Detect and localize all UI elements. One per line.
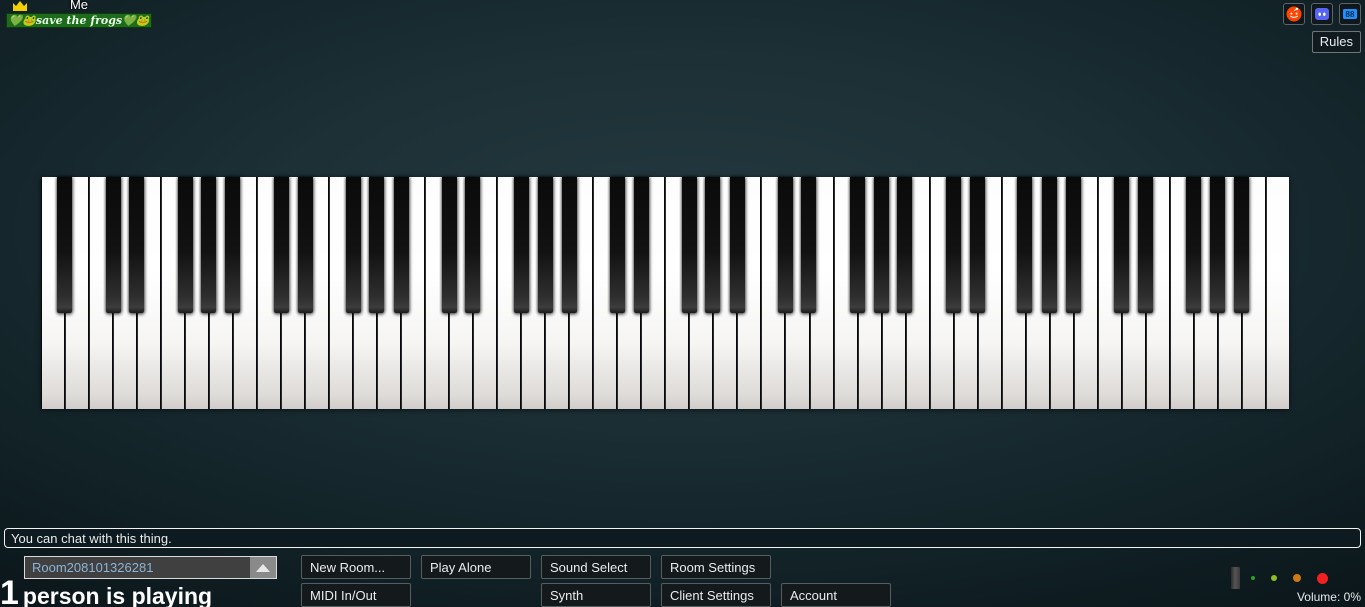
account-button[interactable]: Account	[781, 583, 891, 607]
piano-black-key[interactable]	[849, 177, 865, 313]
volume-slider-handle[interactable]	[1231, 567, 1240, 589]
piano-black-key[interactable]	[465, 177, 481, 313]
crown-icon	[12, 0, 28, 11]
piano-black-key[interactable]	[273, 177, 289, 313]
piano-black-key[interactable]	[1041, 177, 1057, 313]
control-button-panel: New Room... Play Alone Sound Select Room Se…	[301, 555, 941, 607]
piano-black-key[interactable]	[777, 177, 793, 313]
volume-dot-4[interactable]	[1317, 572, 1328, 584]
piano-black-key[interactable]	[561, 177, 577, 313]
reddit-icon[interactable]	[1283, 3, 1305, 25]
synth-button[interactable]: Synth	[541, 583, 651, 607]
chevron-up-icon[interactable]	[250, 557, 276, 578]
piano-black-key[interactable]	[201, 177, 217, 313]
piano-black-key[interactable]	[1113, 177, 1129, 313]
midi-in-out-button[interactable]: MIDI In/Out	[301, 583, 411, 607]
piano-black-key[interactable]	[369, 177, 385, 313]
sound-select-button[interactable]: Sound Select	[541, 555, 651, 579]
volume-dot-2[interactable]	[1271, 575, 1277, 581]
piano-black-key[interactable]	[513, 177, 529, 313]
nameplate-bar[interactable]: 💚🐸save the frogs💚🐸	[6, 13, 152, 28]
piano-black-key[interactable]	[801, 177, 817, 313]
bb-icon[interactable]: 88	[1339, 3, 1361, 25]
player-count-text: person is playing	[22, 583, 213, 607]
piano-black-key[interactable]	[609, 177, 625, 313]
room-selector-label: Room208101326281	[25, 557, 250, 578]
volume-label: Volume: 0%	[1296, 590, 1361, 604]
player-count: 1 person is playing	[0, 576, 212, 607]
piano-black-key[interactable]	[129, 177, 145, 313]
player-count-number: 1	[0, 574, 19, 607]
piano-black-key[interactable]	[345, 177, 361, 313]
player-nameplate[interactable]: Me 💚🐸save the frogs💚🐸	[6, 0, 152, 28]
piano-black-key[interactable]	[393, 177, 409, 313]
discord-icon[interactable]	[1311, 3, 1333, 25]
room-settings-button[interactable]: Room Settings	[661, 555, 771, 579]
nameplate-display-name: 💚🐸save the frogs💚🐸	[8, 14, 150, 27]
piano-black-key[interactable]	[1017, 177, 1033, 313]
piano-black-key[interactable]	[1209, 177, 1225, 313]
piano-black-key[interactable]	[729, 177, 745, 313]
piano-black-key[interactable]	[537, 177, 553, 313]
piano-black-key[interactable]	[105, 177, 121, 313]
piano-black-key[interactable]	[1065, 177, 1081, 313]
volume-dot-1[interactable]	[1251, 576, 1255, 580]
rules-button[interactable]: Rules	[1311, 31, 1361, 53]
play-alone-button[interactable]: Play Alone	[421, 555, 531, 579]
piano-white-key[interactable]	[1265, 177, 1289, 409]
piano-black-key[interactable]	[1137, 177, 1153, 313]
piano-black-key[interactable]	[873, 177, 889, 313]
client-settings-button[interactable]: Client Settings	[661, 583, 771, 607]
volume-control: Volume: 0%	[1223, 565, 1361, 603]
piano-black-key[interactable]	[57, 177, 73, 313]
social-icon-bar: 88	[1283, 3, 1361, 25]
volume-dot-3[interactable]	[1293, 574, 1301, 582]
piano-black-key[interactable]	[225, 177, 241, 313]
piano-black-key[interactable]	[441, 177, 457, 313]
piano-black-key[interactable]	[945, 177, 961, 313]
chat-input[interactable]	[4, 528, 1361, 548]
piano-black-key[interactable]	[681, 177, 697, 313]
svg-text:88: 88	[1346, 10, 1355, 19]
piano-black-key[interactable]	[705, 177, 721, 313]
piano-black-key[interactable]	[897, 177, 913, 313]
piano-keyboard[interactable]	[41, 177, 1289, 409]
piano-black-key[interactable]	[633, 177, 649, 313]
new-room-button[interactable]: New Room...	[301, 555, 411, 579]
piano-black-key[interactable]	[297, 177, 313, 313]
piano-black-key[interactable]	[969, 177, 985, 313]
piano-black-key[interactable]	[1233, 177, 1249, 313]
piano-black-key[interactable]	[177, 177, 193, 313]
piano-black-key[interactable]	[1185, 177, 1201, 313]
